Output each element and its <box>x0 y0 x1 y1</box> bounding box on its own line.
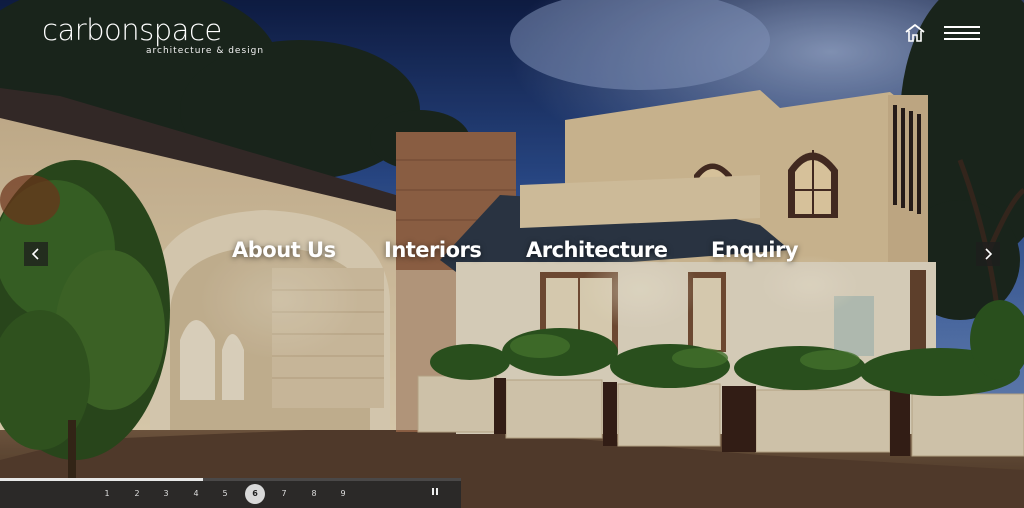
chevron-left-icon <box>31 248 39 260</box>
chevron-right-icon <box>985 248 993 260</box>
slider-page-dot[interactable]: 5 <box>215 484 235 504</box>
slider-page-dot[interactable]: 3 <box>156 484 176 504</box>
slider-page-dot[interactable]: 9 <box>333 484 353 504</box>
menu-button[interactable] <box>944 26 980 42</box>
slider-next-button[interactable] <box>976 242 1000 266</box>
nav-link-enquiry[interactable]: Enquiry <box>711 238 799 262</box>
nav-link-interiors[interactable]: Interiors <box>384 238 482 262</box>
home-icon <box>905 24 925 42</box>
main-nav: About Us Interiors Architecture Enquiry <box>0 238 1024 272</box>
hamburger-menu-icon <box>944 26 980 40</box>
slider-page-dot[interactable]: 2 <box>127 484 147 504</box>
slider-page-dot[interactable]: 8 <box>304 484 324 504</box>
nav-link-about-us[interactable]: About Us <box>232 238 336 262</box>
slider-prev-button[interactable] <box>24 242 48 266</box>
brand-tagline: architecture & design <box>146 46 265 56</box>
brand-name: carbonspace <box>42 13 222 47</box>
nav-link-architecture[interactable]: Architecture <box>526 238 668 262</box>
brand-logo[interactable]: carbonspace architecture & design <box>42 12 263 56</box>
slider-page-dot[interactable]: 1 <box>97 484 117 504</box>
slider-pagination-bar: 123456789 <box>0 478 461 508</box>
slider-pause-button[interactable] <box>429 487 441 499</box>
slider-page-dot[interactable]: 6 <box>245 484 265 504</box>
slider-page-dot[interactable]: 7 <box>274 484 294 504</box>
home-button[interactable] <box>904 23 926 43</box>
slider-page-dot[interactable]: 4 <box>186 484 206 504</box>
slider-progress-fill <box>0 478 203 481</box>
